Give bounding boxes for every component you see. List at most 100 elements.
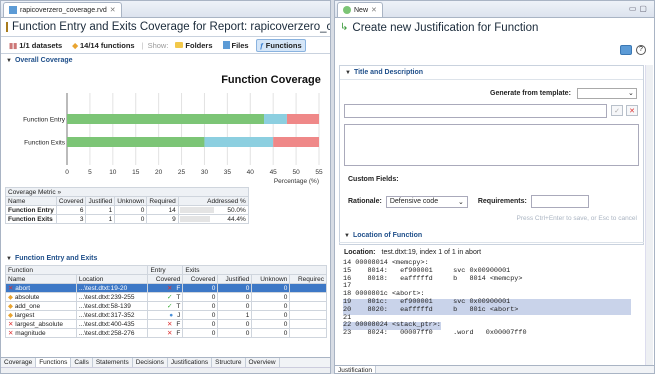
window-buttons[interactable]: ▭▢ bbox=[629, 4, 650, 13]
function-row[interactable]: ✕ abort ...\test.dtxt:19-20 ✕ F 0 0 0 bbox=[5, 283, 327, 293]
coverage-editor-pane: rapicoverzero_coverage.rvd ✕ Function En… bbox=[0, 0, 331, 374]
function-coverage-chart: Function Coverage Function Entry Function… bbox=[23, 74, 323, 185]
horizontal-scrollbar[interactable] bbox=[1, 367, 330, 373]
editor-tab-new[interactable]: New ✕ bbox=[337, 2, 383, 17]
metric-row[interactable]: Function Exits 3 1 0 9 44.4% bbox=[5, 214, 249, 224]
x-tick-label: 45 bbox=[270, 169, 278, 176]
justification-icon: ↳ bbox=[340, 22, 349, 33]
tab-overview[interactable]: Overview bbox=[246, 358, 280, 367]
metric-column-header[interactable]: Required bbox=[146, 196, 179, 206]
tab-decisions[interactable]: Decisions bbox=[133, 358, 168, 367]
tab-functions[interactable]: Functions bbox=[36, 358, 72, 367]
chat-icon[interactable] bbox=[620, 45, 632, 55]
exits-justified-cell: 1 bbox=[217, 310, 253, 320]
addressed-bar bbox=[179, 207, 214, 213]
functions-icon: ◆ bbox=[72, 40, 78, 50]
function-icon: ƒ bbox=[259, 40, 264, 50]
tab-statements[interactable]: Statements bbox=[93, 358, 133, 367]
function-entry-exits-header[interactable]: ▼ Function Entry and Exits bbox=[1, 252, 330, 265]
x-tick-label: 50 bbox=[292, 169, 300, 176]
exits-unknown-cell: 0 bbox=[251, 319, 291, 329]
functions-toggle[interactable]: ƒ Functions bbox=[255, 38, 306, 52]
metric-cell: 14 bbox=[146, 205, 179, 215]
new-justification-icon bbox=[343, 6, 351, 14]
exits-required-cell bbox=[289, 292, 327, 302]
files-toggle[interactable]: Files bbox=[220, 40, 252, 51]
metric-column-header[interactable]: Justified bbox=[85, 196, 116, 206]
diamond-icon: ◆ bbox=[8, 303, 15, 310]
function-name: largest_absolute bbox=[15, 321, 63, 328]
cancel-button[interactable]: ✕ bbox=[626, 105, 638, 116]
report-file-icon bbox=[9, 6, 17, 14]
function-row[interactable]: ✕ magnitude ...\test.dtxt:258-276 ✕ F 0 0 0 bbox=[5, 328, 327, 338]
coverage-metric-tab[interactable]: Coverage Metric » bbox=[5, 187, 249, 197]
close-icon[interactable]: ✕ bbox=[371, 6, 377, 14]
function-row[interactable]: ◆ largest ...\test.dtxt:317-352 ● J 0 1 0 bbox=[5, 310, 327, 320]
folders-toggle[interactable]: Folders bbox=[172, 40, 215, 51]
rationale-select[interactable]: Defensive code ⌄ bbox=[385, 195, 468, 208]
metric-column-header[interactable]: Addressed % bbox=[177, 196, 249, 206]
help-icon[interactable]: ? bbox=[636, 45, 646, 55]
category-label: Function Entry bbox=[23, 117, 66, 124]
metric-column-header[interactable]: Covered bbox=[55, 196, 87, 206]
description-textarea[interactable] bbox=[344, 124, 639, 166]
close-icon[interactable]: ✕ bbox=[110, 6, 116, 14]
function-row[interactable]: ◆ absolute ...\test.dtxt:239-255 ✓ T 0 0 0 bbox=[5, 292, 327, 302]
metric-row[interactable]: Function Entry 6 1 0 14 50.0% bbox=[5, 205, 249, 215]
function-column-header[interactable]: Justified bbox=[217, 274, 253, 284]
function-column-header[interactable]: Requirec bbox=[289, 274, 327, 284]
exits-covered-cell: 0 bbox=[182, 283, 219, 293]
metric-cell: Function Exits bbox=[5, 214, 57, 224]
editor-tab-coverage[interactable]: rapicoverzero_coverage.rvd ✕ bbox=[3, 2, 122, 17]
functions-count-button[interactable]: ◆ 14/14 functions bbox=[69, 40, 137, 51]
function-column-header[interactable]: Covered bbox=[182, 274, 219, 284]
metric-cell: 3 bbox=[55, 214, 87, 224]
entry-covered-cell: ✕ F bbox=[147, 319, 184, 329]
requirements-input[interactable] bbox=[530, 195, 589, 208]
tab-justification[interactable]: Justification bbox=[335, 366, 376, 373]
metric-column-header[interactable]: Name bbox=[5, 196, 57, 206]
exits-justified-cell: 0 bbox=[217, 319, 253, 329]
title-description-header[interactable]: ▼ Title and Description bbox=[340, 66, 643, 80]
chevron-down-icon: ⌄ bbox=[457, 198, 464, 206]
not-covered-icon: ✕ bbox=[166, 285, 173, 292]
x-tick-label: 5 bbox=[88, 169, 92, 176]
metric-column-header[interactable]: Unknown bbox=[114, 196, 148, 206]
location-header[interactable]: ▼ Location of Function bbox=[339, 229, 644, 243]
function-column-header[interactable]: Location bbox=[75, 274, 149, 284]
disassembly-view[interactable]: 14 00008014 <memcpy>: 15 8014: ef900001 s… bbox=[339, 259, 644, 338]
exits-covered-cell: 0 bbox=[182, 301, 219, 311]
group-header-function: Function bbox=[4, 265, 149, 275]
group-header-exits: Exits bbox=[182, 265, 327, 275]
not-covered-icon: ✕ bbox=[166, 321, 173, 328]
function-column-header[interactable]: Covered bbox=[147, 274, 184, 284]
title-input[interactable] bbox=[344, 104, 607, 118]
x-tick-label: 0 bbox=[65, 169, 69, 176]
tab-coverage[interactable]: Coverage bbox=[1, 358, 37, 367]
metric-cell: Function Entry bbox=[5, 205, 57, 215]
template-select[interactable]: ⌄ bbox=[576, 88, 637, 99]
entry-covered-cell: ✓ T bbox=[147, 292, 184, 302]
function-row[interactable]: ◆ add_one ...\test.dtxt:58-139 ✓ T 0 0 0 bbox=[5, 301, 327, 311]
exits-required-cell bbox=[289, 319, 327, 329]
confirm-button[interactable]: ✓ bbox=[611, 105, 623, 116]
tab-calls[interactable]: Calls bbox=[71, 358, 93, 367]
function-name: absolute bbox=[14, 294, 40, 301]
overall-coverage-header[interactable]: ▼ Overall Coverage bbox=[1, 54, 330, 67]
exits-required-cell bbox=[289, 301, 327, 311]
tab-structure[interactable]: Structure bbox=[212, 358, 246, 367]
file-icon bbox=[222, 41, 230, 49]
tab-justifications[interactable]: Justifications bbox=[168, 358, 213, 367]
bar-segment bbox=[273, 137, 319, 147]
collapse-triangle-icon: ▼ bbox=[345, 69, 351, 76]
vertical-scrollbar[interactable] bbox=[645, 65, 653, 365]
function-column-header[interactable]: Name bbox=[5, 274, 77, 284]
datasets-button[interactable]: ▮▮ 1/1 datasets bbox=[6, 40, 65, 51]
function-column-header[interactable]: Unknown bbox=[251, 274, 291, 284]
exits-covered-cell: 0 bbox=[182, 328, 219, 338]
entry-covered-cell: ✓ T bbox=[147, 301, 184, 311]
metric-cell: 1 bbox=[85, 205, 116, 215]
metric-cell: 0 bbox=[114, 214, 148, 224]
location-panel: ▼ Location of Function Location: test.dt… bbox=[339, 229, 644, 364]
function-row[interactable]: ✕ largest_absolute ...\test.dtxt:400-435 ✕… bbox=[5, 319, 327, 329]
